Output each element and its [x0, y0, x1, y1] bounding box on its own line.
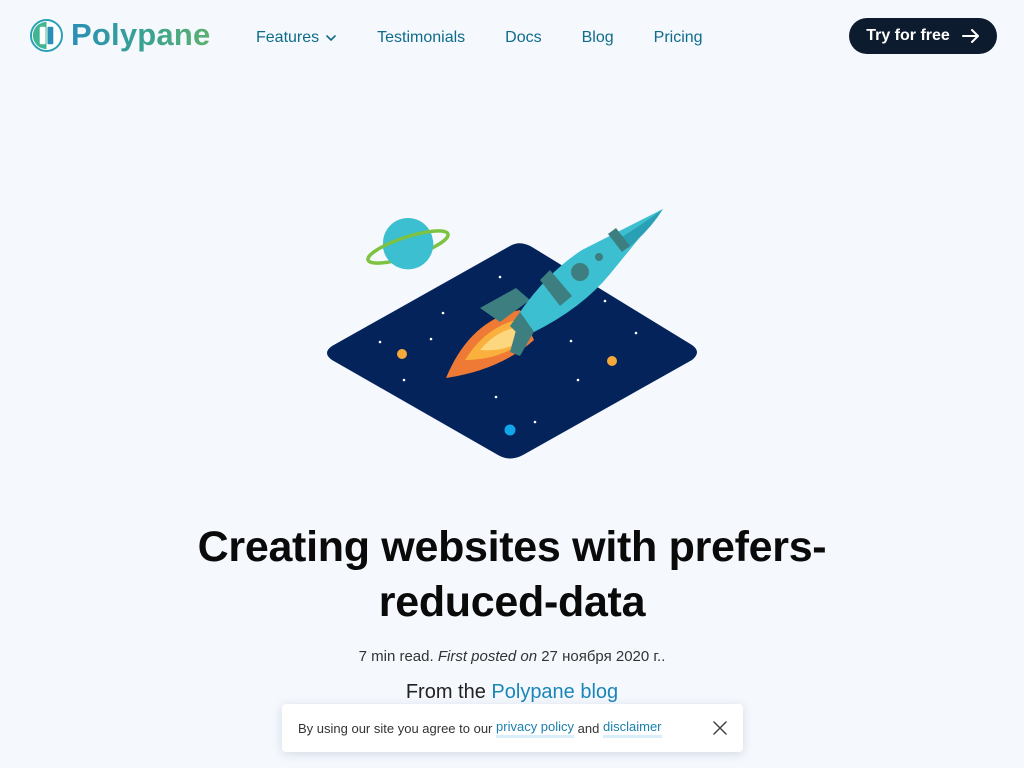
posted-date: 27 ноября 2020 г..: [541, 648, 666, 665]
cookie-and: and: [577, 720, 600, 736]
rocket-illustration: [327, 209, 697, 459]
cookie-text: By using our site you agree to our: [298, 720, 493, 736]
nav-docs[interactable]: Docs: [505, 28, 541, 48]
nav-pricing[interactable]: Pricing: [654, 28, 703, 48]
chevron-down-icon: [326, 35, 336, 42]
nav-features[interactable]: Features: [256, 28, 337, 48]
article-source: From the Polypane blog: [112, 681, 912, 704]
polypane-logo-icon: [30, 18, 63, 52]
site-header: Polypane Features Testimonials Docs Blog…: [0, 0, 1024, 72]
article-meta: 7 min read. First posted on 27 ноября 20…: [112, 648, 912, 665]
close-icon[interactable]: [713, 721, 727, 735]
blog-link[interactable]: Polypane blog: [491, 681, 618, 703]
try-for-free-label: Try for free: [866, 27, 950, 44]
brand-logo[interactable]: Polypane: [30, 17, 210, 53]
nav-features-label: Features: [256, 29, 320, 46]
cookie-banner: By using our site you agree to our priva…: [282, 704, 743, 752]
nav-testimonials[interactable]: Testimonials: [377, 28, 465, 48]
privacy-policy-link[interactable]: privacy policy: [496, 719, 575, 738]
nav-blog[interactable]: Blog: [582, 28, 614, 48]
try-for-free-button[interactable]: Try for free: [849, 18, 997, 54]
arrow-right-icon: [961, 29, 979, 43]
main-nav: Features Testimonials Docs Blog Pricing: [256, 28, 743, 48]
brand-name: Polypane: [71, 17, 211, 52]
planet: [366, 218, 450, 270]
from-prefix: From the: [405, 681, 486, 703]
article-title: Creating websites with prefers-reduced-d…: [197, 523, 827, 626]
read-time: 7 min read.: [358, 648, 434, 665]
posted-label: First posted on: [437, 648, 538, 665]
disclaimer-link[interactable]: disclaimer: [603, 719, 662, 738]
